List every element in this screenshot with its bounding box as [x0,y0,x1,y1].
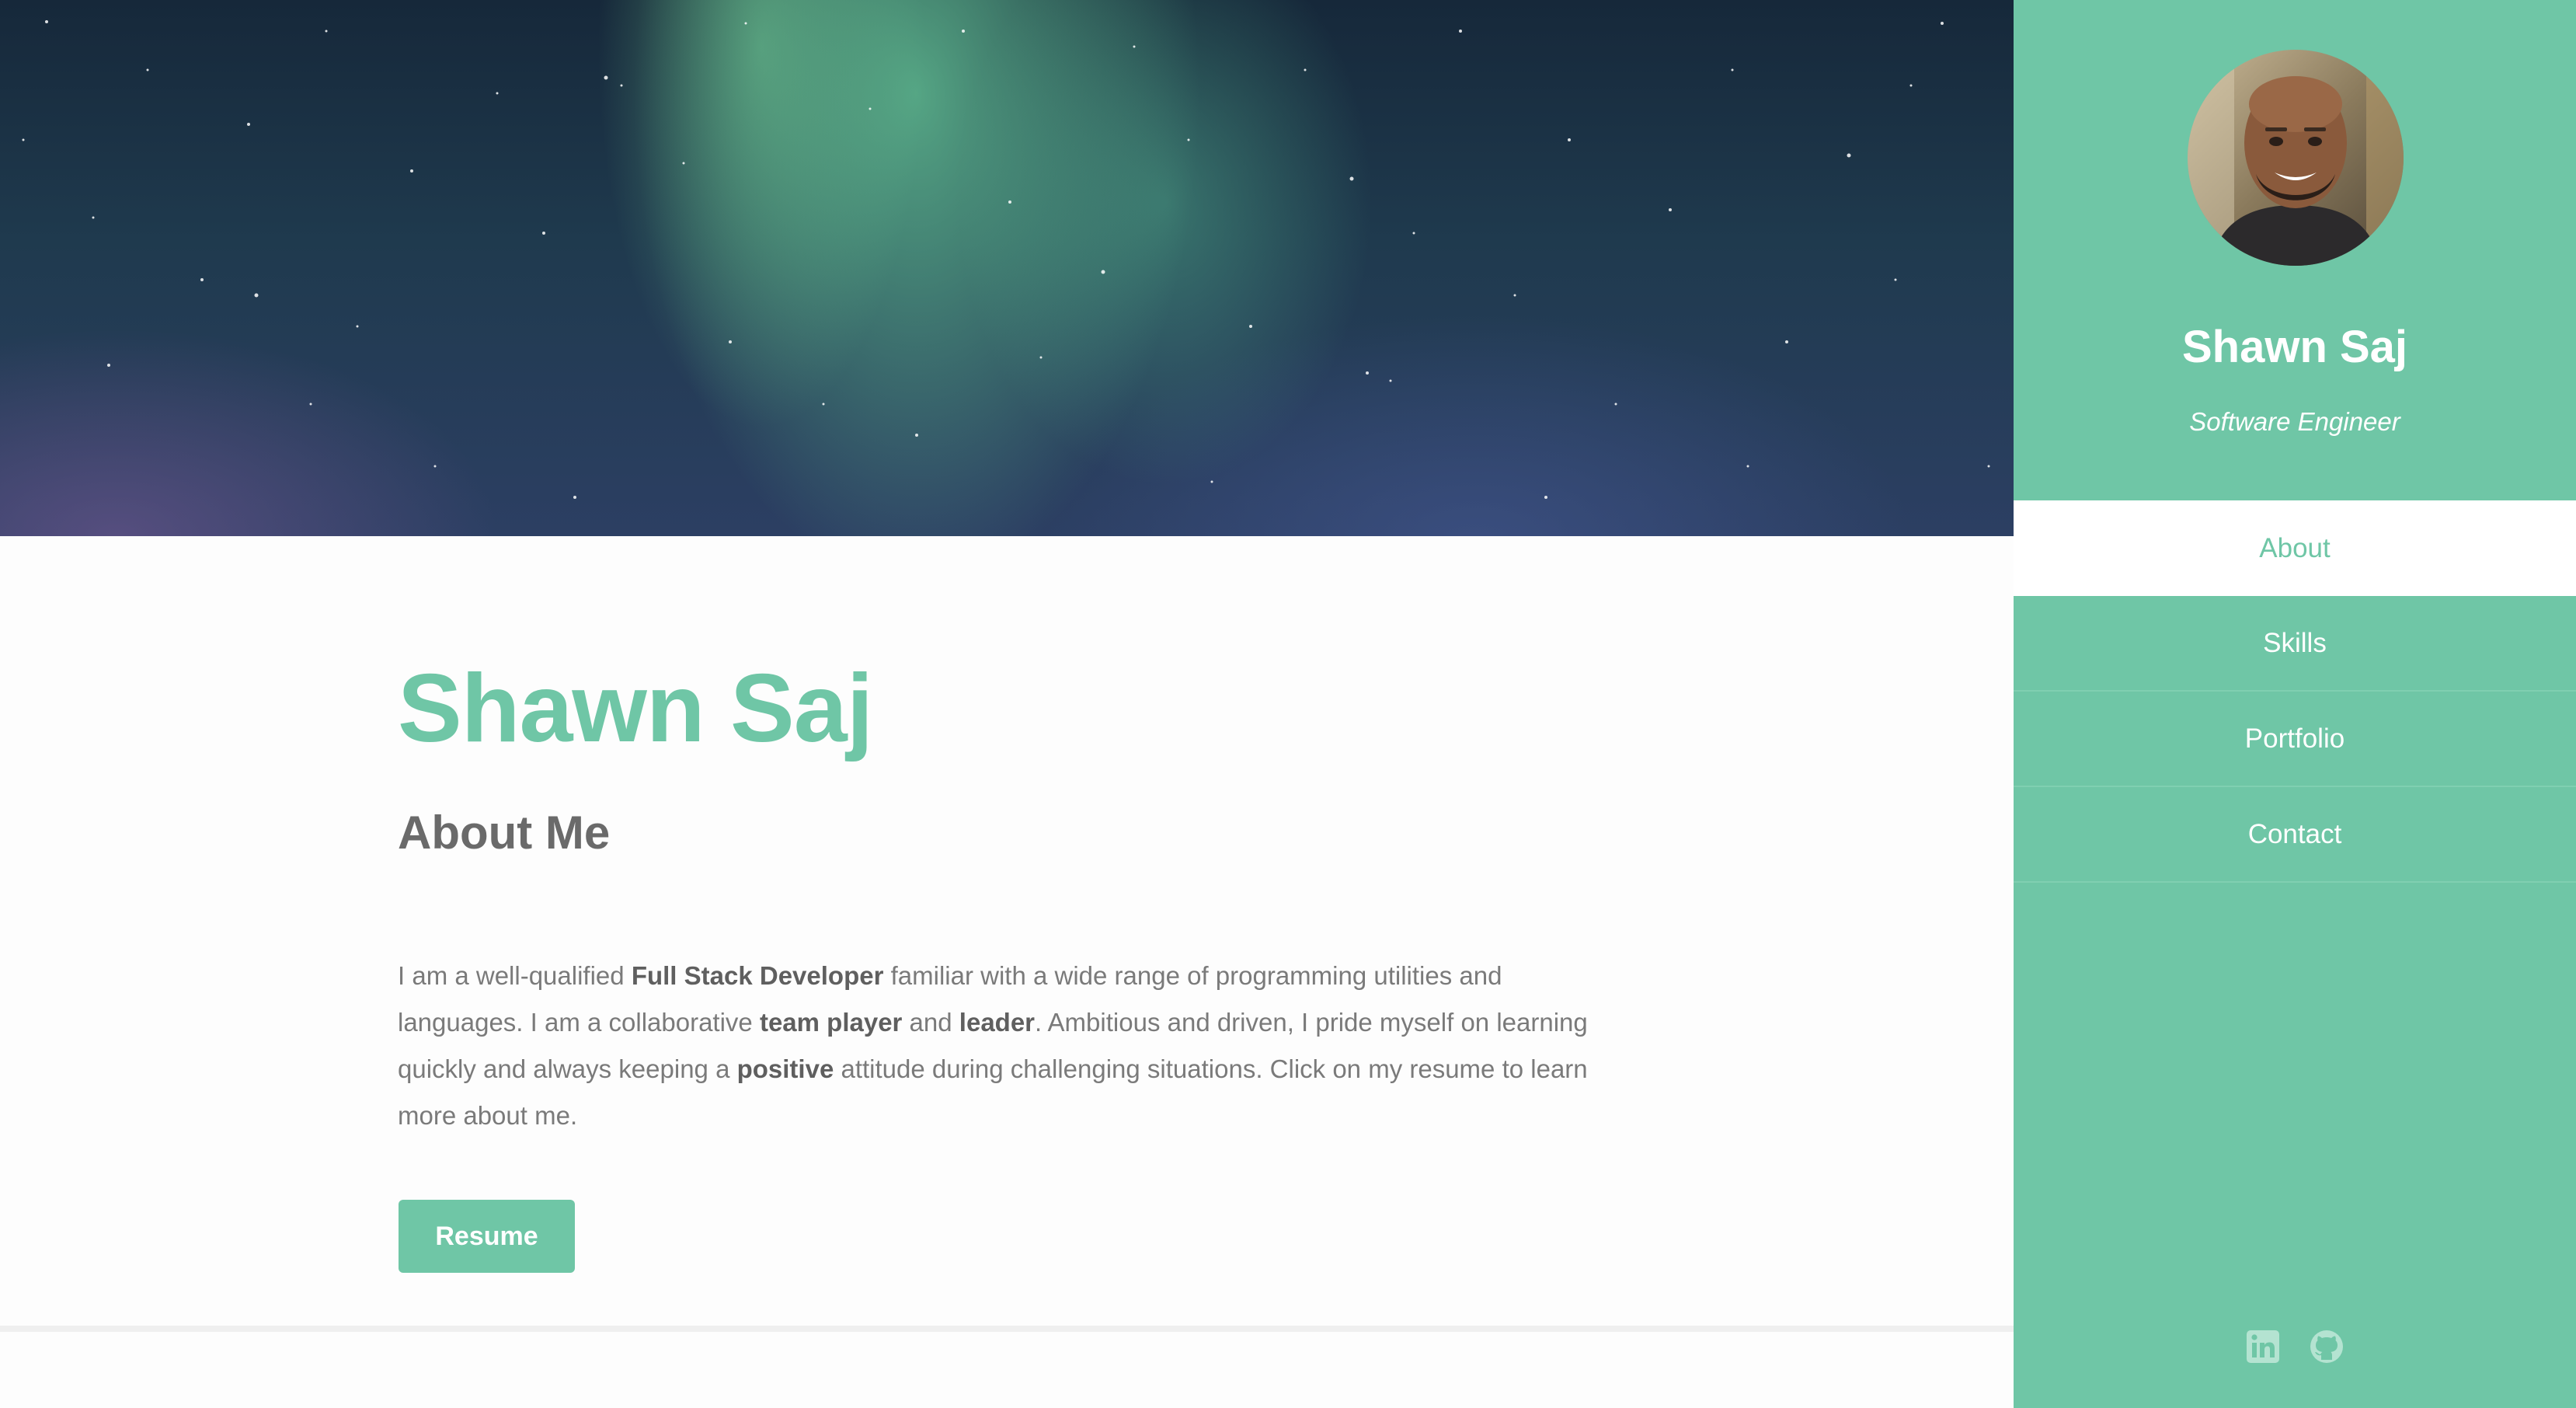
github-icon[interactable] [2309,1329,2345,1364]
linkedin-icon[interactable] [2245,1329,2281,1364]
section-divider [0,1326,2014,1332]
resume-button[interactable]: Resume [399,1200,575,1273]
nav-item-portfolio[interactable]: Portfolio [2014,692,2576,787]
sidebar-nav: About Skills Portfolio Contact [2014,500,2576,883]
section-heading: About Me [398,807,611,859]
nav-item-about[interactable]: About [2014,500,2576,596]
about-text-segment: and [902,1008,959,1037]
main-content: Shawn Saj About Me I am a well-qualified… [0,0,2014,1408]
social-links [2014,1329,2576,1364]
about-paragraph: I am a well-qualified Full Stack Develop… [398,953,1625,1139]
stars-layer [22,20,1990,499]
profile-role: Software Engineer [2189,407,2400,436]
about-highlight: Full Stack Developer [631,961,884,990]
avatar [2188,50,2404,266]
nav-item-contact[interactable]: Contact [2014,787,2576,883]
page-title: Shawn Saj [398,655,873,762]
sidebar: Shawn Saj Software Engineer About Skills… [2014,0,2576,1408]
hero-banner [0,0,2014,536]
about-text-segment: I am a well-qualified [398,961,632,990]
about-highlight: team player [759,1008,903,1037]
about-highlight: positive [736,1054,834,1083]
about-highlight: leader [959,1008,1036,1037]
nav-item-skills[interactable]: Skills [2014,596,2576,692]
profile-name: Shawn Saj [2181,322,2408,372]
